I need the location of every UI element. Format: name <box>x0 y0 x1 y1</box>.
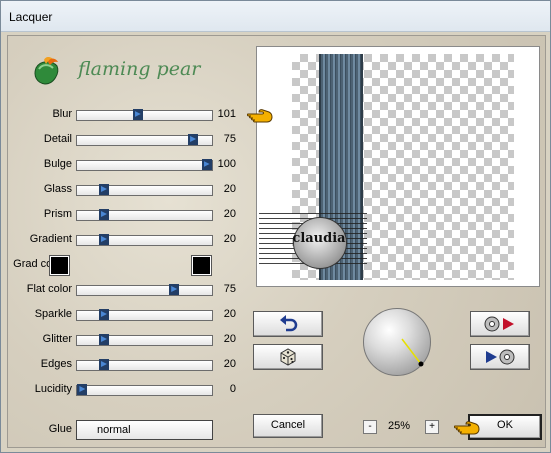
glitter-value: 20 <box>223 333 236 345</box>
lucidity-label: Lucidity <box>34 383 72 395</box>
blur-label: Blur <box>52 108 72 120</box>
flaming-pear-logo-icon <box>34 56 59 85</box>
lacquer-dialog: Lacquer flaming pear Blur 101 Detail 75 Bulg… <box>0 0 551 453</box>
load-preset-button[interactable] <box>470 311 530 337</box>
flat-color-slider-thumb[interactable] <box>169 284 180 295</box>
window-title: Lacquer <box>9 10 53 24</box>
bulge-row: Bulge <box>8 157 72 173</box>
blur-row: Blur <box>8 107 72 123</box>
glass-row: Glass <box>8 182 72 198</box>
bulge-value: 100 <box>217 158 236 170</box>
ok-label: OK <box>497 419 513 431</box>
glue-label: Glue <box>48 423 72 435</box>
random-button[interactable] <box>253 344 323 370</box>
glitter-slider-thumb[interactable] <box>99 334 109 345</box>
detail-slider[interactable] <box>76 134 213 146</box>
gradient-slider[interactable] <box>76 234 213 246</box>
lucidity-slider[interactable] <box>76 384 213 396</box>
cancel-label: Cancel <box>270 419 306 431</box>
glitter-row: Glitter <box>8 332 72 348</box>
prism-row: Prism <box>8 207 72 223</box>
cancel-button[interactable]: Cancel <box>253 414 323 438</box>
lucidity-value: 0 <box>229 383 236 395</box>
grad-color-1-swatch[interactable] <box>49 255 70 276</box>
gradient-slider-thumb[interactable] <box>99 234 109 245</box>
flat-color-row: Flat color <box>8 282 72 298</box>
gradient-value: 20 <box>223 233 236 245</box>
lucidity-row: Lucidity <box>8 382 72 398</box>
light-direction-sphere[interactable] <box>363 308 431 376</box>
undo-button[interactable] <box>253 311 323 337</box>
title-bar: Lacquer <box>1 1 550 32</box>
flat-color-slider[interactable] <box>76 284 213 296</box>
detail-value: 75 <box>223 133 236 145</box>
glue-mode-select[interactable]: normal <box>76 420 213 440</box>
flat-color-label: Flat color <box>26 283 72 295</box>
detail-row: Detail <box>8 132 72 148</box>
glitter-label: Glitter <box>42 333 72 345</box>
sparkle-row: Sparkle <box>8 307 72 323</box>
sparkle-slider-thumb[interactable] <box>99 309 109 320</box>
gradient-label: Gradient <box>29 233 72 245</box>
zoom-out-button[interactable]: - <box>363 420 377 434</box>
brand-name: flaming pear <box>78 58 201 80</box>
random-dice-icon <box>280 348 296 366</box>
undo-icon <box>280 315 298 332</box>
blur-slider-thumb[interactable] <box>132 109 143 120</box>
preview-stamp-text: claudia <box>292 231 346 246</box>
prism-slider[interactable] <box>76 209 213 221</box>
load-preset-icon <box>484 316 514 332</box>
zoom-in-button[interactable]: + <box>425 420 439 434</box>
glass-label: Glass <box>43 183 72 195</box>
prism-slider-thumb[interactable] <box>99 209 109 220</box>
detail-label: Detail <box>43 133 72 145</box>
sparkle-value: 20 <box>223 308 236 320</box>
glitter-slider[interactable] <box>76 334 213 346</box>
light-direction-handle[interactable] <box>364 309 430 375</box>
edges-label: Edges <box>40 358 72 370</box>
sparkle-label: Sparkle <box>34 308 72 320</box>
glass-slider[interactable] <box>76 184 213 196</box>
edges-slider-thumb[interactable] <box>99 359 109 370</box>
pointing-hand-icon-ok <box>454 421 480 435</box>
bulge-slider[interactable] <box>76 159 213 171</box>
dialog-body: flaming pear Blur 101 Detail 75 Bulge 100 Glas… <box>7 35 546 448</box>
edges-slider[interactable] <box>76 359 213 371</box>
zoom-in-label: + <box>429 421 435 432</box>
glass-value: 20 <box>223 183 236 195</box>
prism-value: 20 <box>223 208 236 220</box>
lucidity-slider-thumb[interactable] <box>77 384 88 395</box>
blur-value: 101 <box>217 108 236 120</box>
zoom-out-label: - <box>368 421 372 432</box>
gradient-row: Gradient <box>8 232 72 248</box>
detail-slider-thumb[interactable] <box>188 134 199 145</box>
pointing-hand-icon <box>247 109 273 123</box>
glue-row: Glue <box>8 422 72 438</box>
grad-color-2-swatch[interactable] <box>191 255 212 276</box>
edges-value: 20 <box>223 358 236 370</box>
glue-mode-value: normal <box>97 424 131 436</box>
edges-row: Edges <box>8 357 72 373</box>
flat-color-value: 75 <box>223 283 236 295</box>
preview-pane[interactable]: claudia <box>256 46 540 287</box>
zoom-level: 25% <box>388 420 411 432</box>
blur-slider[interactable] <box>76 109 213 121</box>
save-preset-icon <box>486 349 515 365</box>
glass-slider-thumb[interactable] <box>99 184 109 195</box>
save-preset-button[interactable] <box>470 344 530 370</box>
bulge-label: Bulge <box>43 158 72 170</box>
prism-label: Prism <box>43 208 72 220</box>
sparkle-slider[interactable] <box>76 309 213 321</box>
